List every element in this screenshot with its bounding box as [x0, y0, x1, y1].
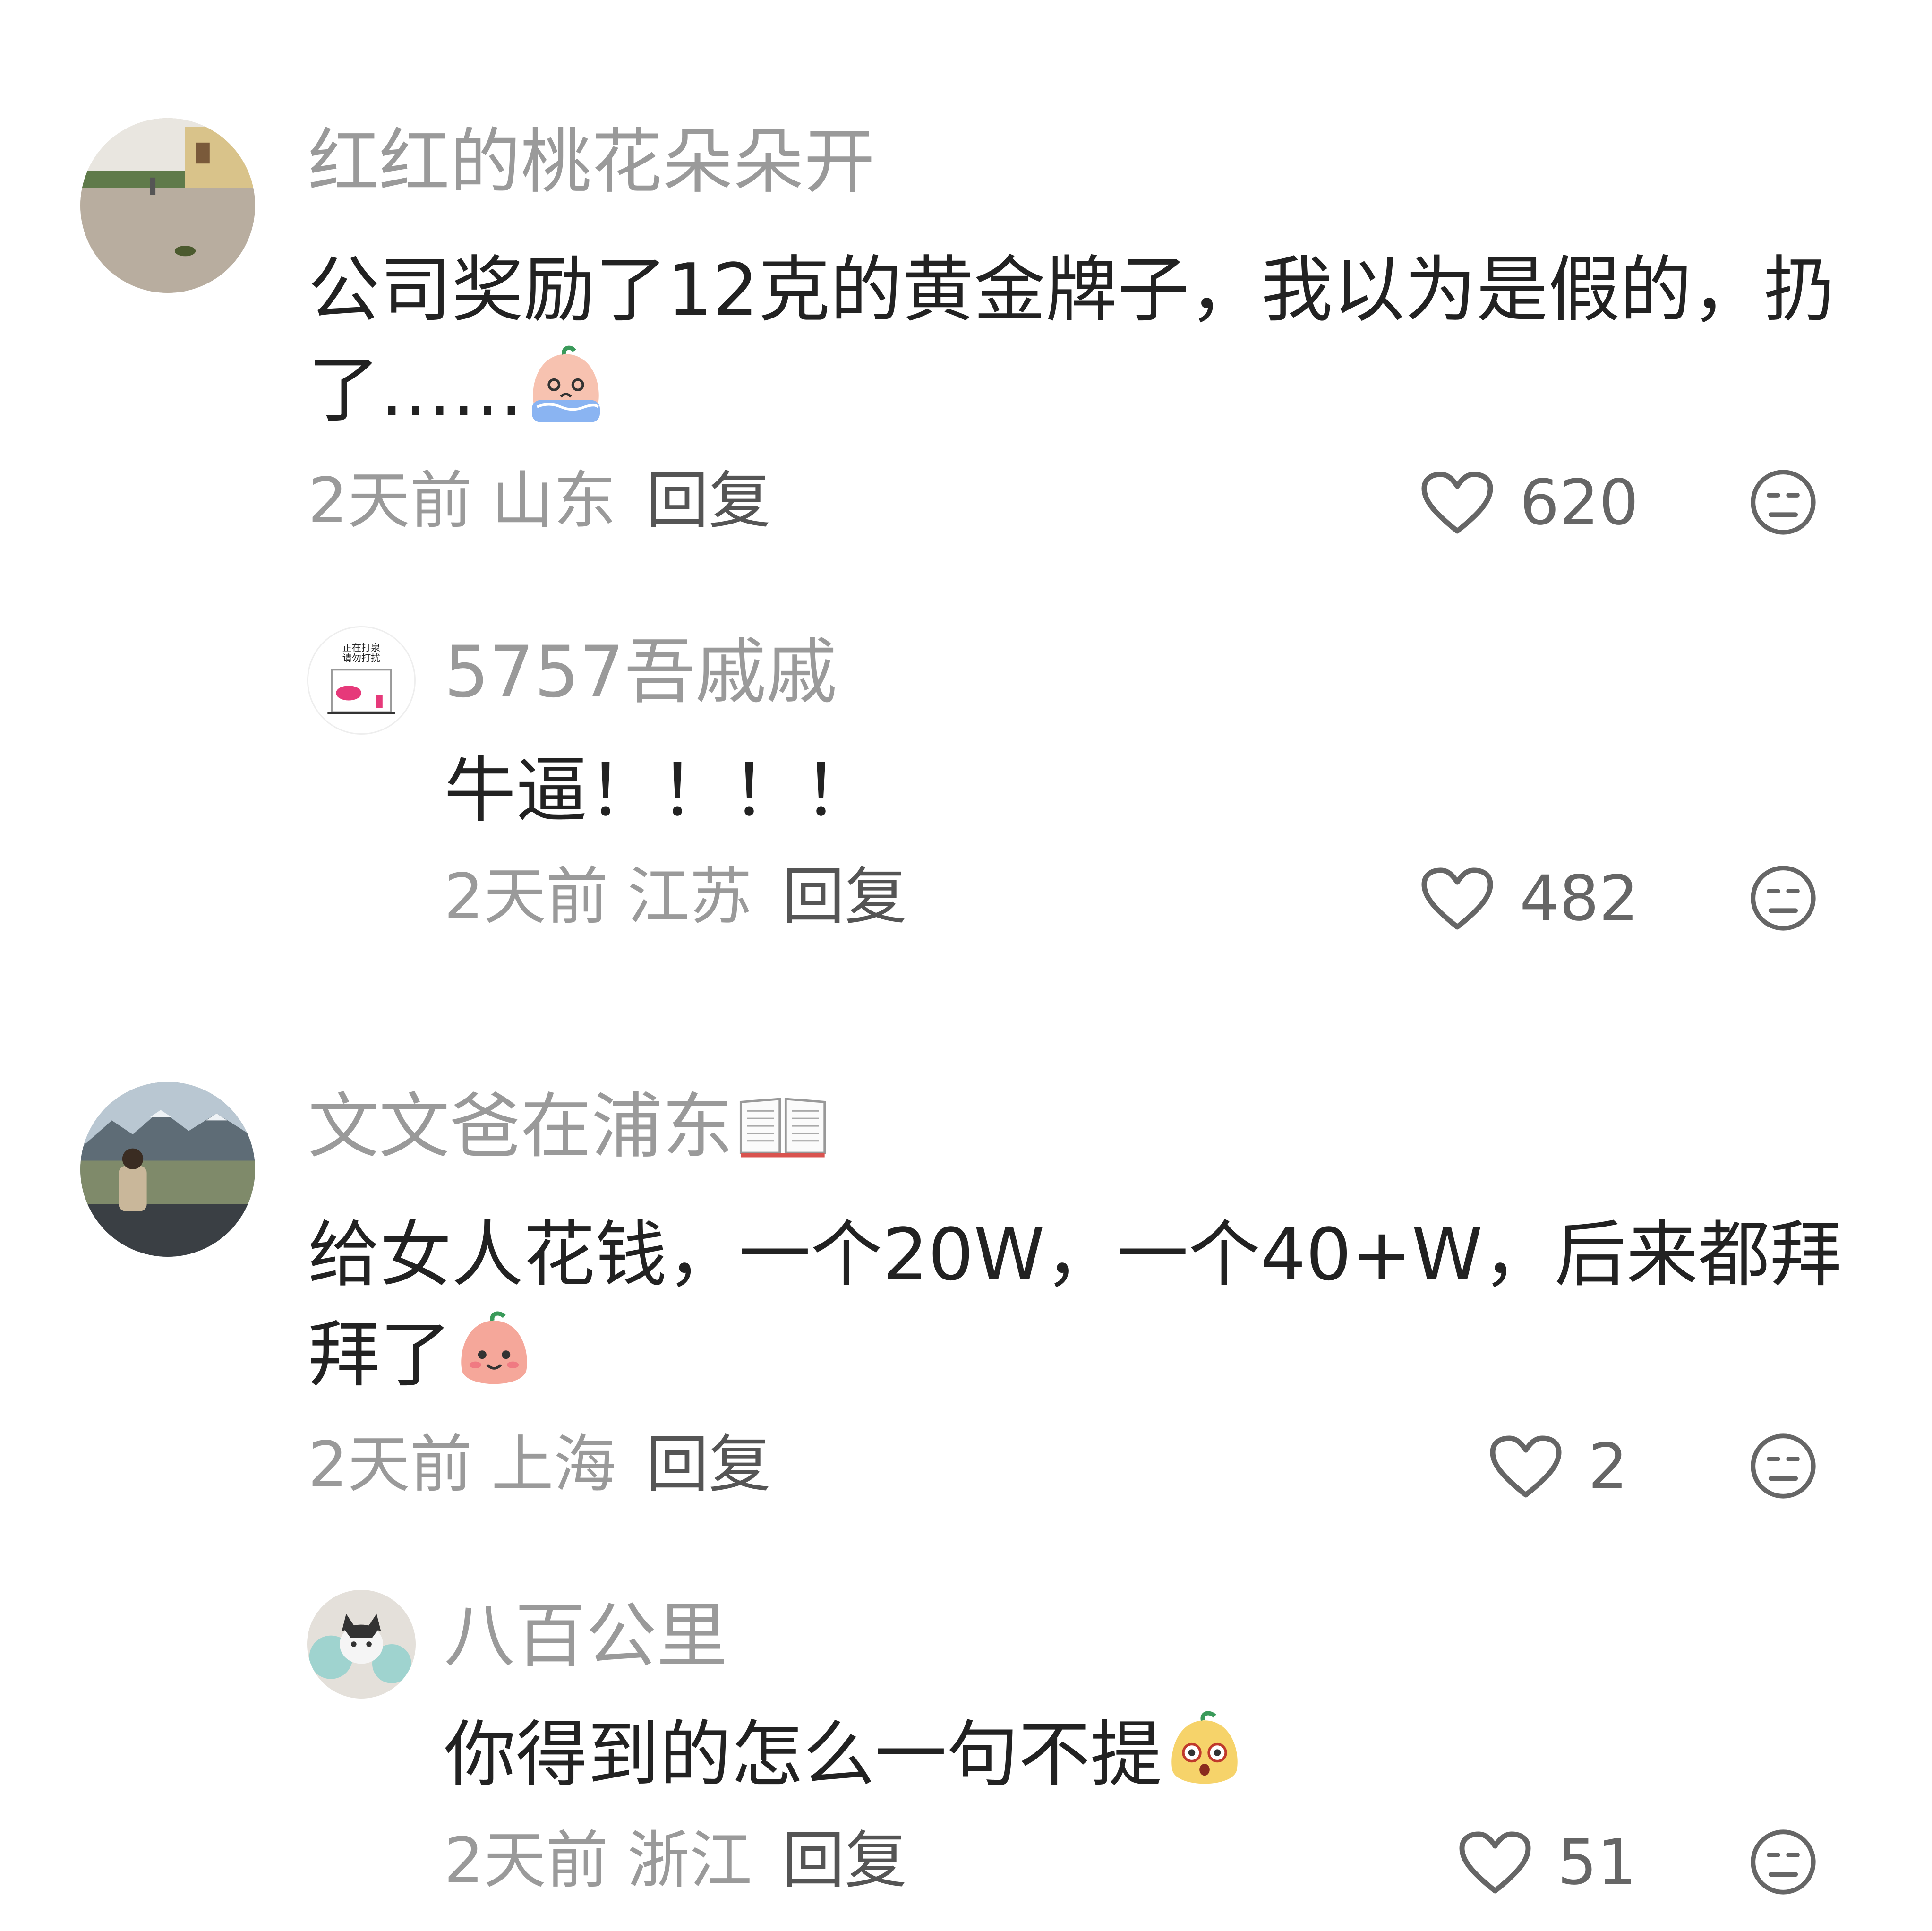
dislike-face-icon[interactable]: [1748, 1431, 1819, 1502]
location: 浙江: [627, 1824, 752, 1897]
heart-icon: [1459, 1831, 1531, 1894]
like-button[interactable]: 482: [1419, 861, 1639, 936]
cat-avatar-icon: [307, 1590, 416, 1699]
timestamp: 2天前: [444, 1824, 608, 1897]
author-name[interactable]: 八百公里: [444, 1601, 727, 1672]
like-button[interactable]: 2: [1488, 1429, 1628, 1504]
comment-text: 公司奖励了12克的黄金牌子，我以为是假的，扔了……: [308, 248, 1836, 432]
like-count: 2: [1588, 1430, 1628, 1503]
svg-text:正在打泉: 正在打泉: [342, 642, 381, 653]
avatar[interactable]: [307, 1590, 416, 1699]
location: 山东: [491, 464, 616, 537]
comment-text: 你得到的怎么一句不提: [444, 1705, 1861, 1805]
shocked-peach-emoji: [1162, 1708, 1247, 1794]
like-count: 482: [1520, 862, 1639, 935]
avatar[interactable]: [80, 1082, 255, 1257]
heart-icon: [1490, 1435, 1562, 1498]
author-name[interactable]: 5757吾戚戚: [444, 637, 837, 708]
location: 江苏: [627, 860, 752, 933]
reply-button[interactable]: 回复: [646, 1428, 771, 1501]
dislike-face-icon[interactable]: [1748, 467, 1819, 538]
like-button[interactable]: 620: [1419, 465, 1639, 541]
timestamp: 2天前: [308, 464, 472, 537]
reply-button[interactable]: 回复: [646, 464, 771, 537]
reply-button[interactable]: 回复: [782, 1824, 907, 1897]
comment-meta: 2天前 山东 回复: [308, 470, 771, 532]
crying-peach-emoji: [523, 344, 608, 429]
heart-icon: [1421, 867, 1493, 930]
location: 上海: [491, 1428, 616, 1501]
author-name[interactable]: 文文爸在浦东: [308, 1091, 828, 1170]
dislike-face-icon[interactable]: [1748, 863, 1819, 934]
like-button[interactable]: 51: [1457, 1825, 1637, 1900]
svg-text:请勿打扰: 请勿打扰: [342, 652, 381, 664]
reply-button[interactable]: 回复: [782, 860, 907, 933]
smiling-peach-emoji: [452, 1309, 537, 1394]
street-photo-avatar-icon: [80, 118, 255, 293]
dislike-face-icon[interactable]: [1748, 1827, 1819, 1897]
comment-text: 给女人花钱，一个20W，一个40+W，后来都拜拜了: [308, 1213, 1842, 1397]
like-count: 620: [1520, 466, 1639, 539]
open-book-icon: [738, 1093, 828, 1170]
avatar[interactable]: 正在打泉 请勿打扰: [307, 626, 416, 735]
like-count: 51: [1557, 1826, 1637, 1899]
comment-meta: 2天前 江苏 回复: [444, 866, 907, 928]
avatar[interactable]: [80, 118, 255, 293]
timestamp: 2天前: [444, 860, 608, 933]
author-name[interactable]: 红红的桃花朵朵开: [308, 127, 875, 197]
mountain-landscape-avatar-icon: [80, 1082, 255, 1257]
comment-meta: 2天前 上海 回复: [308, 1433, 771, 1496]
do-not-disturb-sign-avatar-icon: 正在打泉 请勿打扰: [308, 627, 414, 733]
timestamp: 2天前: [308, 1428, 472, 1501]
comment-list: 红红的桃花朵朵开 公司奖励了12克的黄金牌子，我以为是假的，扔了…… 2天前 山东…: [0, 0, 1932, 1931]
heart-icon: [1421, 472, 1493, 534]
comment-text: 牛逼！！！！: [444, 749, 875, 832]
comment-meta: 2天前 浙江 回复: [444, 1829, 907, 1892]
